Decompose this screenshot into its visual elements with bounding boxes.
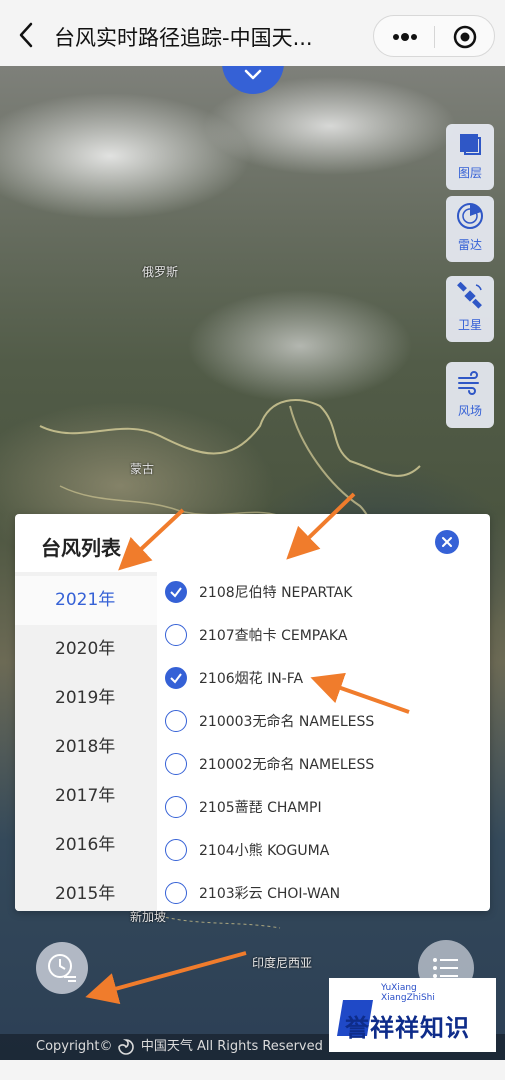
checkbox-unchecked[interactable] [165, 710, 187, 732]
more-dots-icon [393, 33, 417, 41]
copyright-prefix: Copyright© [36, 1039, 113, 1054]
panel-title: 台风列表 [41, 536, 121, 560]
capsule-divider [434, 26, 435, 48]
radar-label: 雷达 [457, 238, 482, 252]
home-indicator-area [0, 1060, 505, 1080]
typhoon-name: 210003无命名 NAMELESS [199, 714, 375, 730]
map-label-russia: 俄罗斯 [142, 265, 179, 279]
wind-field-button[interactable]: 风场 [446, 362, 494, 428]
list-icon [433, 958, 458, 978]
satellite-button[interactable]: 卫星 [446, 276, 494, 342]
check-icon [170, 673, 182, 684]
year-item-2020[interactable]: 2020年 [15, 625, 157, 674]
wind-icon [458, 371, 479, 395]
mini-program-capsule [373, 15, 495, 57]
more-button[interactable] [384, 24, 424, 50]
year-item-2018[interactable]: 2018年 [15, 723, 157, 772]
typhoon-name: 2108尼伯特 NEPARTAK [199, 585, 353, 601]
close-program-button[interactable] [447, 24, 483, 50]
typhoon-name: 2104小熊 KOGUMA [199, 843, 330, 859]
typhoon-list-panel: 台风列表 2021年 2020年 2019年 2018年 2017年 2016年… [15, 514, 490, 911]
typhoon-item[interactable]: 210002无命名 NAMELESS [157, 744, 490, 787]
watermark-pinyin: YuXiang XiangZhiShi [381, 983, 435, 1003]
page-title: 台风实时路径追踪-中国天... [54, 26, 313, 50]
china-weather-logo-icon [117, 1038, 134, 1055]
copyright-suffix: All Rights Reserved [196, 1039, 323, 1054]
close-panel-button[interactable] [435, 530, 459, 554]
radar-button[interactable]: 雷达 [446, 196, 494, 262]
wind-field-label: 风场 [457, 404, 482, 418]
layers-icon [460, 134, 481, 155]
typhoon-name: 2106烟花 IN-FA [199, 671, 304, 687]
year-item-2015[interactable]: 2015年 [15, 870, 157, 911]
copyright-brand: 中国天气 [140, 1039, 193, 1054]
year-item-2019[interactable]: 2019年 [15, 674, 157, 723]
history-button[interactable] [36, 942, 88, 994]
typhoon-item[interactable]: 2104小熊 KOGUMA [157, 830, 490, 873]
typhoon-item[interactable]: 2108尼伯特 NEPARTAK [157, 572, 490, 615]
year-item-2017[interactable]: 2017年 [15, 772, 157, 821]
record-target-icon [453, 25, 477, 49]
typhoon-name: 210002无命名 NAMELESS [199, 757, 375, 773]
watermark-text: 誉祥祥知识 [345, 1014, 470, 1042]
typhoon-name: 2103彩云 CHOI-WAN [199, 886, 341, 902]
checkbox-checked[interactable] [165, 667, 187, 689]
checkbox-unchecked[interactable] [165, 882, 187, 904]
nav-bar: 台风实时路径追踪-中国天... [0, 0, 505, 66]
checkbox-unchecked[interactable] [165, 753, 187, 775]
clock-list-icon [48, 954, 76, 982]
checkbox-unchecked[interactable] [165, 796, 187, 818]
typhoon-item[interactable]: 2106烟花 IN-FA [157, 658, 490, 701]
check-icon [170, 587, 182, 598]
chevron-left-icon [19, 22, 33, 48]
checkbox-unchecked[interactable] [165, 624, 187, 646]
watermark: YuXiang XiangZhiShi 誉祥祥知识 [329, 978, 496, 1052]
satellite-icon [457, 282, 482, 309]
typhoon-item[interactable]: 2103彩云 CHOI-WAN [157, 873, 490, 911]
chevron-down-icon [244, 69, 262, 80]
map-label-mongolia: 蒙古 [130, 462, 155, 476]
typhoon-name: 2107查帕卡 CEMPAKA [199, 628, 348, 644]
layers-label: 图层 [457, 166, 482, 180]
checkbox-checked[interactable] [165, 581, 187, 603]
layers-button[interactable]: 图层 [446, 124, 494, 190]
typhoon-item[interactable]: 2107查帕卡 CEMPAKA [157, 615, 490, 658]
typhoon-item[interactable]: 210003无命名 NAMELESS [157, 701, 490, 744]
year-list: 2021年 2020年 2019年 2018年 2017年 2016年 2015… [15, 572, 157, 911]
map-label-indonesia: 印度尼西亚 [252, 956, 313, 970]
close-icon [442, 537, 452, 547]
back-button[interactable] [14, 20, 40, 50]
radar-icon [457, 203, 483, 229]
checkbox-unchecked[interactable] [165, 839, 187, 861]
typhoon-list: 2108尼伯特 NEPARTAK 2107查帕卡 CEMPAKA 2106烟花 … [157, 572, 490, 911]
satellite-label: 卫星 [457, 318, 482, 332]
typhoon-name: 2105蔷琵 CHAMPI [199, 800, 322, 816]
year-item-2016[interactable]: 2016年 [15, 821, 157, 870]
typhoon-item[interactable]: 2105蔷琵 CHAMPI [157, 787, 490, 830]
year-item-2021[interactable]: 2021年 [15, 576, 157, 625]
